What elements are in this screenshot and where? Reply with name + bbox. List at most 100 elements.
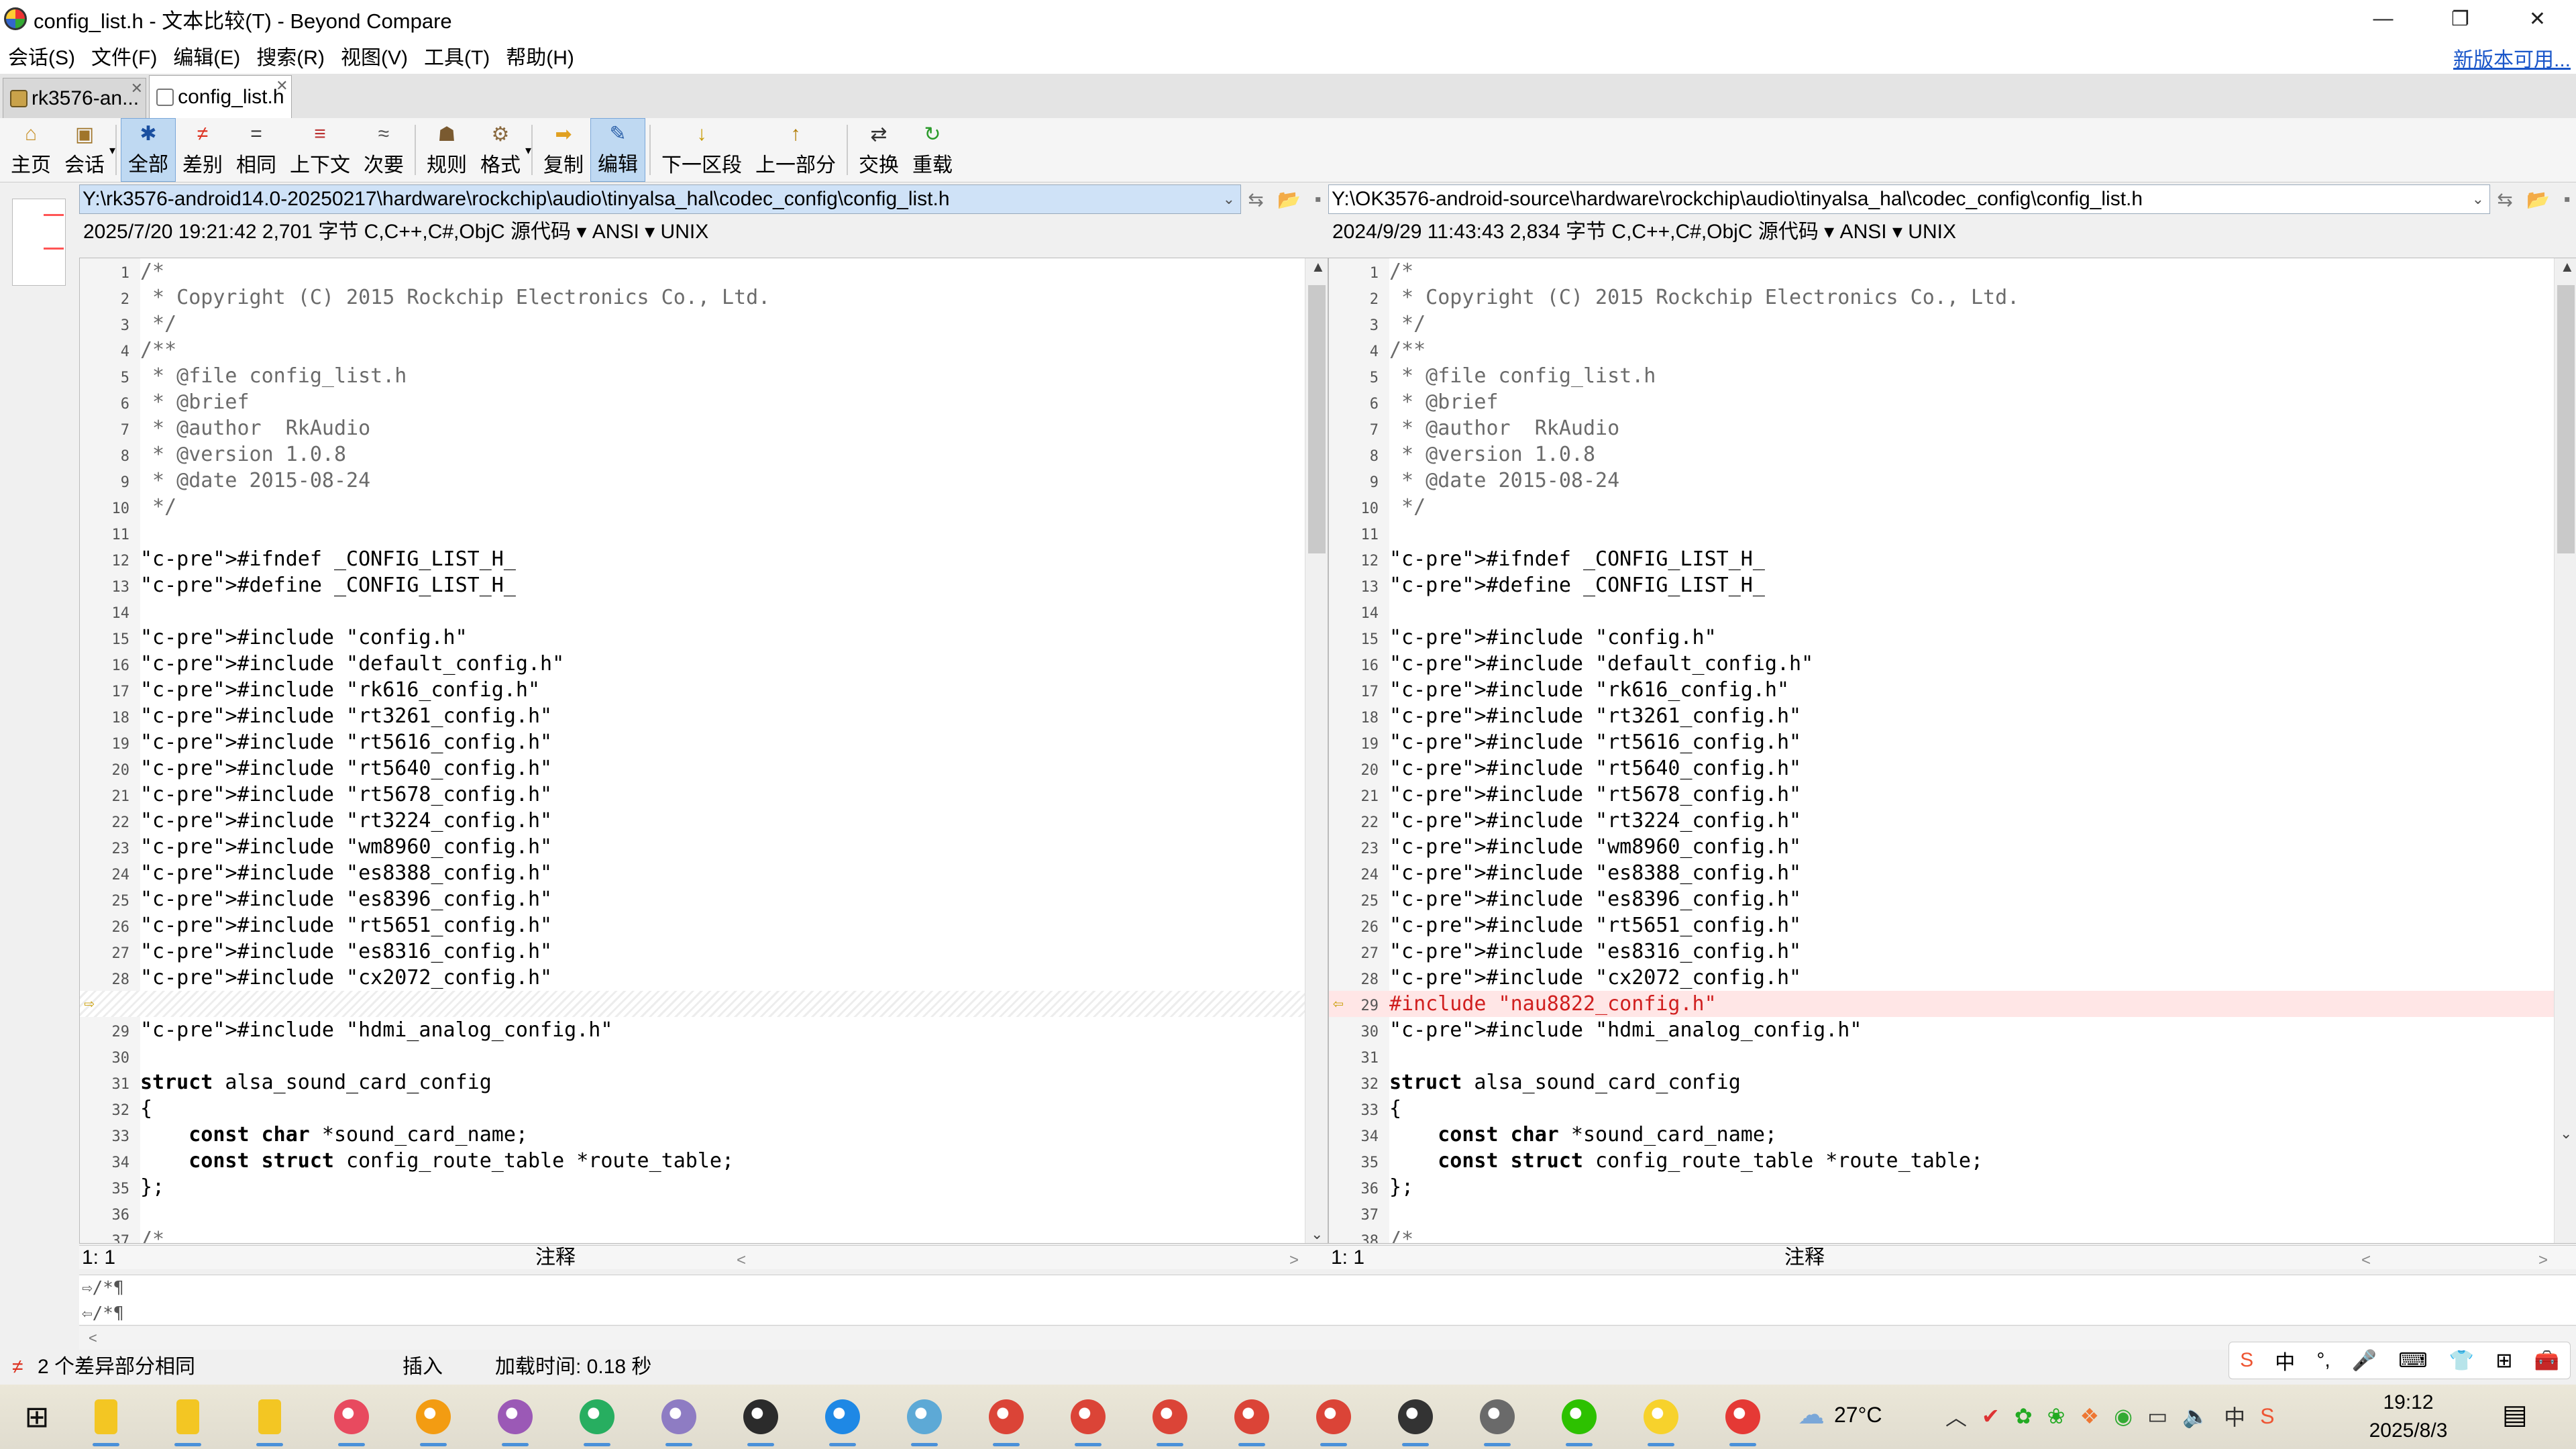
maximize-button[interactable]: ❐ <box>2422 0 2499 38</box>
windows-start-taskbar-button[interactable]: ⊞ <box>0 1385 74 1449</box>
tab-close-icon[interactable]: ✕ <box>131 80 143 97</box>
code-line[interactable]: 14 <box>1329 598 2576 625</box>
right-vertical-scrollbar[interactable]: ▲ ⌄ <box>2554 258 2576 1243</box>
swap-button[interactable]: ⇄ 交换 <box>852 118 906 182</box>
detail-horizontal-scrollbar[interactable]: < <box>79 1327 2576 1350</box>
menu-search[interactable]: 搜索(R) <box>248 41 333 70</box>
code-line[interactable]: 4 /** <box>1329 337 2576 363</box>
ime-skin-icon[interactable]: 👕 <box>2449 1349 2474 1373</box>
sogou-tray-icon[interactable]: S <box>2260 1404 2274 1429</box>
menu-edit[interactable]: 编辑(E) <box>165 41 248 70</box>
code-line[interactable]: 8 * @version 1.0.8 <box>80 441 1328 468</box>
colorful-app-1-taskbar-button[interactable] <box>319 1385 384 1449</box>
code-line[interactable]: 20 "c-pre">#include "rt5640_config.h" <box>1329 755 2576 782</box>
gap-line[interactable]: ⇨ <box>80 991 1328 1017</box>
tray-app-icon[interactable]: ✔ <box>1982 1403 2000 1429</box>
scroll-left-icon[interactable]: < <box>89 1330 97 1346</box>
ime-indicator-icon[interactable]: 中 <box>2224 1401 2245 1432</box>
code-line[interactable]: 2 * Copyright (C) 2015 Rockchip Electron… <box>80 284 1328 311</box>
code-line[interactable]: 25 "c-pre">#include "es8396_config.h" <box>1329 886 2576 912</box>
colorful-app-4-taskbar-button[interactable] <box>565 1385 629 1449</box>
code-line[interactable]: 29 "c-pre">#include "hdmi_analog_config.h… <box>80 1017 1328 1043</box>
code-line[interactable]: 17 "c-pre">#include "rk616_config.h" <box>80 677 1328 703</box>
left-path-field[interactable]: Y:\rk3576-android14.0-20250217\hardware\… <box>79 184 1241 214</box>
diff-overview-thumbnail[interactable] <box>12 199 66 286</box>
scroll-up-icon[interactable]: ▲ <box>1311 258 1326 276</box>
code-line[interactable]: 18 "c-pre">#include "rt3261_config.h" <box>1329 703 2576 729</box>
code-line[interactable]: 38 /* <box>1329 1226 2576 1243</box>
code-line[interactable]: 5 * @file config_list.h <box>1329 363 2576 389</box>
context-button[interactable]: ≡ 上下文 <box>283 118 357 182</box>
chevron-down-icon[interactable]: ▾ <box>525 144 531 158</box>
scroll-thumb[interactable] <box>1308 285 1326 553</box>
rules-button[interactable]: ☗ 规则 <box>420 118 474 182</box>
scroll-down-icon[interactable]: ⌄ <box>1311 1226 1323 1243</box>
code-line[interactable]: 15 "c-pre">#include "config.h" <box>80 625 1328 651</box>
code-line[interactable]: 12 "c-pre">#ifndef _CONFIG_LIST_H_ <box>1329 546 2576 572</box>
arrow-right-icon[interactable]: ⇨ <box>84 991 95 1017</box>
code-line[interactable]: 26 "c-pre">#include "rt5651_config.h" <box>1329 912 2576 938</box>
tab-config-list[interactable]: config_list.h ✕ <box>149 75 292 118</box>
file-explorer-1-taskbar-button[interactable] <box>74 1385 138 1449</box>
tab-close-icon[interactable]: ✕ <box>276 77 288 95</box>
code-line[interactable]: 15 "c-pre">#include "config.h" <box>1329 625 2576 651</box>
history-icon[interactable]: ⇆ <box>1248 189 1263 211</box>
arrow-left-icon[interactable]: ⇦ <box>1333 991 1344 1017</box>
paint-app-taskbar-button[interactable] <box>647 1385 711 1449</box>
tray-chat-icon[interactable]: ❀ <box>2047 1403 2065 1429</box>
chevron-down-icon[interactable]: ⌄ <box>1223 185 1235 213</box>
code-line[interactable]: 7 * @author RkAudio <box>1329 415 2576 441</box>
chrome-5-taskbar-button[interactable] <box>1301 1385 1366 1449</box>
ime-grid-icon[interactable]: ⊞ <box>2496 1349 2512 1373</box>
code-line[interactable]: 27 "c-pre">#include "es8316_config.h" <box>1329 938 2576 965</box>
line-detail-pane[interactable]: ⇨/*¶ ⇦/*¶ <box>79 1275 2576 1326</box>
close-button[interactable]: ✕ <box>2499 0 2576 38</box>
right-horizontal-scrollbar[interactable]: < > <box>1959 1248 2555 1269</box>
minimize-button[interactable]: — <box>2345 0 2422 38</box>
player-app-taskbar-button[interactable] <box>1629 1385 1693 1449</box>
minor-button[interactable]: ≈ 次要 <box>357 118 411 182</box>
code-line[interactable]: 10 */ <box>80 494 1328 520</box>
code-line[interactable]: 32 { <box>80 1095 1328 1122</box>
colorful-app-3-taskbar-button[interactable] <box>483 1385 547 1449</box>
edit-button[interactable]: ✎ 编辑 <box>590 118 645 182</box>
chrome-3-taskbar-button[interactable] <box>1138 1385 1202 1449</box>
code-line[interactable]: 6 * @brief <box>80 389 1328 415</box>
chrome-4-taskbar-button[interactable] <box>1220 1385 1284 1449</box>
code-line[interactable]: 18 "c-pre">#include "rt3261_config.h" <box>80 703 1328 729</box>
left-code-view[interactable]: 1/* 2 * Copyright (C) 2015 Rockchip Elect… <box>79 258 1328 1244</box>
chevron-up-icon[interactable]: ︿ <box>1945 1401 1967 1432</box>
red-swirl-app-taskbar-button[interactable] <box>1711 1385 1775 1449</box>
code-line[interactable]: 6 * @brief <box>1329 389 2576 415</box>
chevron-down-icon[interactable]: ⌄ <box>2472 185 2484 213</box>
right-path-field[interactable]: Y:\OK3576-android-source\hardware\rockch… <box>1328 184 2490 214</box>
code-line[interactable]: 36 <box>80 1200 1328 1226</box>
new-version-link[interactable]: 新版本可用... <box>2453 43 2571 72</box>
notification-icon[interactable]: ▤ <box>2502 1399 2528 1430</box>
show-same-button[interactable]: = 相同 <box>229 118 283 182</box>
ime-punctuation-icon[interactable]: °, <box>2316 1349 2330 1372</box>
ultraedit-taskbar-button[interactable] <box>729 1385 793 1449</box>
code-line[interactable]: 7 * @author RkAudio <box>80 415 1328 441</box>
prev-section-button[interactable]: ↑ 上一部分 <box>749 118 843 182</box>
tab-session[interactable]: rk3576-an... ✕ <box>3 78 147 118</box>
code-line[interactable]: 31 <box>1329 1043 2576 1069</box>
history-icon[interactable]: ⇆ <box>2497 189 2512 211</box>
code-line[interactable]: 34 const char *sound_card_name; <box>1329 1122 2576 1148</box>
format-button[interactable]: ⚙ 格式 ▾ <box>474 118 531 182</box>
code-line[interactable]: 11 <box>1329 520 2576 546</box>
code-line[interactable]: 20 "c-pre">#include "rt5640_config.h" <box>80 755 1328 782</box>
code-line[interactable]: 35 const struct config_route_table *rout… <box>1329 1148 2576 1174</box>
code-line[interactable]: 14 <box>80 598 1328 625</box>
code-line[interactable]: 22 "c-pre">#include "rt3224_config.h" <box>1329 808 2576 834</box>
next-section-button[interactable]: ↓ 下一区段 <box>655 118 749 182</box>
code-line[interactable]: 35}; <box>80 1174 1328 1200</box>
code-line[interactable]: 13 "c-pre">#define _CONFIG_LIST_H_ <box>1329 572 2576 598</box>
code-line[interactable]: 28 "c-pre">#include "cx2072_config.h" <box>1329 965 2576 991</box>
tray-security-icon[interactable]: ❖ <box>2080 1403 2099 1429</box>
menu-file[interactable]: 文件(F) <box>83 41 165 70</box>
chrome-2-taskbar-button[interactable] <box>1056 1385 1120 1449</box>
ime-chinese-mode[interactable]: 中 <box>2275 1346 2295 1375</box>
open-folder-icon[interactable]: 📂 <box>1277 189 1301 211</box>
code-line[interactable]: 31 struct alsa_sound_card_config <box>80 1069 1328 1095</box>
